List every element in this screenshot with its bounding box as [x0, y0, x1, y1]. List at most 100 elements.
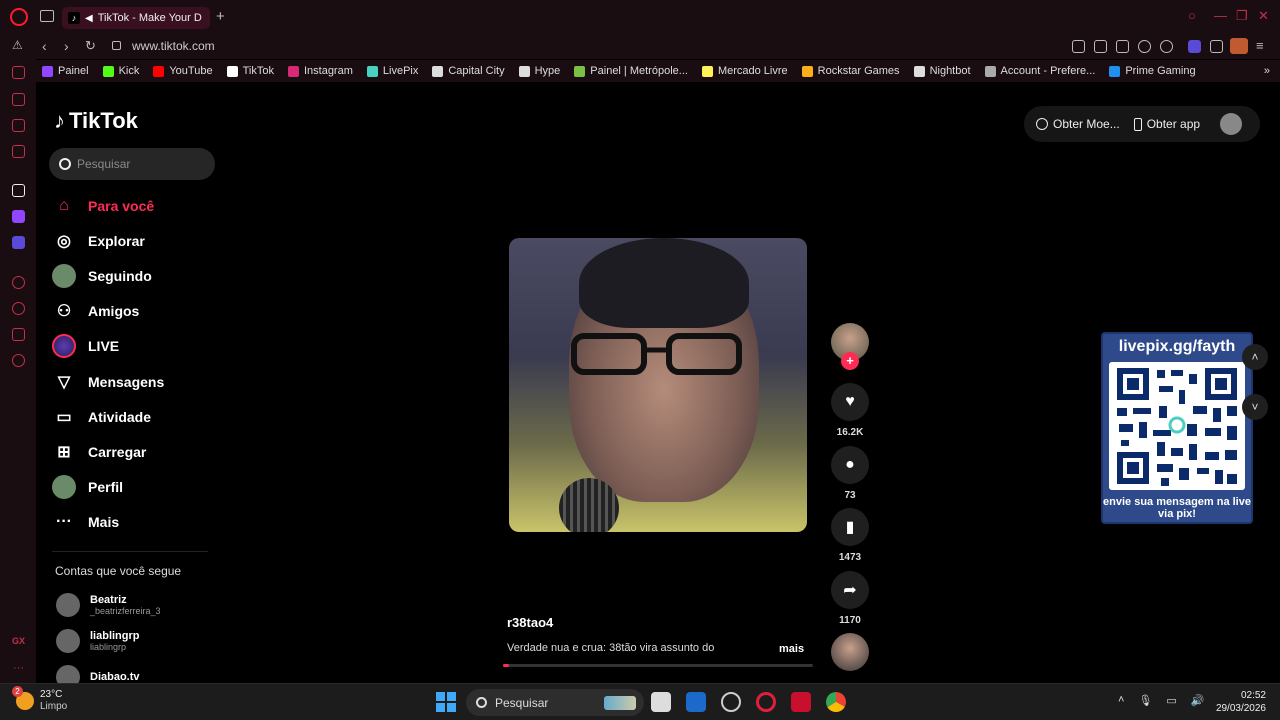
app-circle-icon[interactable] [721, 692, 741, 712]
warning-icon[interactable]: ⚠ [12, 38, 23, 52]
bookmark-favicon-icon [42, 65, 53, 77]
forward-button[interactable]: › [64, 38, 69, 54]
sidebar-extensions-icon[interactable] [12, 328, 25, 341]
sidebar-player-icon[interactable] [12, 276, 25, 289]
snapshot-icon[interactable] [1094, 40, 1107, 53]
prev-video-button[interactable]: ˄ [1242, 344, 1268, 370]
pin-icon[interactable] [1072, 40, 1085, 53]
music-disc[interactable] [831, 633, 869, 671]
menu-icon[interactable]: ≡ [1256, 38, 1264, 53]
minimize-button[interactable]: — [1214, 8, 1227, 23]
opera-taskbar-icon[interactable] [791, 692, 811, 712]
close-button[interactable]: ✕ [1258, 8, 1269, 24]
video-player[interactable] [509, 238, 807, 532]
share-button[interactable]: ➦ [831, 571, 869, 609]
search-tabs-icon[interactable]: ○ [1188, 8, 1196, 23]
bookmark-item[interactable]: TikTok [226, 65, 274, 77]
bookmarks-overflow-icon[interactable]: » [1264, 65, 1270, 77]
play-icon[interactable] [1138, 40, 1151, 53]
back-button[interactable]: ‹ [42, 38, 47, 54]
get-coins-button[interactable]: Obter Moe... [1036, 117, 1120, 131]
sidebar-mail-icon[interactable] [12, 145, 25, 158]
clock[interactable]: 02:52 29/03/2026 [1210, 689, 1266, 715]
display-icon[interactable]: ▭ [1166, 694, 1176, 707]
weather-widget[interactable]: 2 23°C Limpo [12, 686, 67, 713]
volume-icon[interactable]: 🔊 [1191, 694, 1205, 707]
task-view-icon[interactable] [651, 692, 671, 712]
shield-icon[interactable] [1116, 40, 1129, 53]
sidebar-speed-dial-icon[interactable] [12, 93, 25, 106]
chrome-icon[interactable] [826, 692, 846, 712]
nav-item-seguindo[interactable]: Seguindo [52, 261, 152, 291]
bookmark-item[interactable]: Capital City [432, 65, 505, 77]
tray-chevron-icon[interactable]: ˄ [1118, 694, 1124, 707]
sidebar-flow-icon[interactable] [12, 119, 25, 132]
video-progress-bar[interactable] [503, 664, 813, 667]
maximize-button[interactable]: ❐ [1236, 8, 1248, 24]
sidebar-app-icon[interactable] [12, 236, 25, 249]
bookmark-item[interactable]: Nightbot [913, 65, 971, 77]
nav-item-atividade[interactable]: ▭ Atividade [52, 402, 151, 432]
nav-item-explorar[interactable]: ◎ Explorar [52, 226, 145, 256]
url-field[interactable]: www.tiktok.com [132, 39, 215, 53]
microphone-icon[interactable]: 🎙 [1138, 694, 1152, 707]
nav-item-mais[interactable]: ··· Mais [52, 507, 119, 537]
bookmark-item[interactable]: Account - Prefere... [984, 65, 1095, 77]
comment-button[interactable]: ● [831, 446, 869, 484]
save-button[interactable]: ▮ [831, 508, 869, 546]
bookmark-item[interactable]: Mercado Livre [701, 65, 788, 77]
bookmark-item[interactable]: YouTube [153, 65, 213, 77]
aria-extension-icon[interactable] [1188, 40, 1201, 53]
sidebar-history-icon[interactable] [12, 302, 25, 315]
tiktok-logo[interactable]: ♪ TikTok [54, 108, 138, 134]
profile-icon[interactable] [1230, 38, 1248, 54]
get-app-button[interactable]: Obter app [1133, 117, 1200, 131]
following-account[interactable]: liablingrp liablingrp [56, 629, 140, 653]
bookmark-label: LivePix [382, 65, 419, 77]
bookmark-item[interactable]: Prime Gaming [1109, 65, 1196, 77]
windows-start-icon[interactable] [436, 692, 456, 712]
sidebar-aria-icon[interactable] [12, 184, 25, 197]
lock-icon[interactable] [112, 41, 121, 50]
search-box[interactable] [49, 148, 215, 180]
nav-item-amigos[interactable]: ⚇ Amigos [52, 296, 140, 326]
phone-icon [1133, 117, 1142, 131]
following-account[interactable]: Beatriz _beatrizferreira_3 [56, 593, 161, 617]
video-author[interactable]: r38tao4 [507, 615, 553, 630]
opera-logo-icon[interactable] [10, 8, 28, 26]
taskbar-search[interactable]: Pesquisar [466, 689, 644, 716]
bookmark-item[interactable]: Painel | Metrópole... [574, 65, 688, 77]
nav-item-carregar[interactable]: ⊞ Carregar [52, 437, 146, 467]
like-button[interactable]: ♥ [831, 383, 869, 421]
opera-gx-taskbar-icon[interactable] [756, 692, 776, 712]
new-tab-button[interactable]: + [216, 8, 225, 25]
bookmark-item[interactable]: Instagram [287, 65, 353, 77]
sidebar-more-icon[interactable]: ··· [13, 662, 24, 674]
sidebar-settings-icon[interactable] [12, 354, 25, 367]
sidebar-warning-icon[interactable] [12, 66, 25, 79]
tab-manager-icon[interactable] [40, 10, 54, 22]
sidebar-gx-icon[interactable]: GX [12, 636, 25, 646]
search-input[interactable] [77, 157, 197, 171]
next-video-button[interactable]: ˅ [1242, 394, 1268, 420]
bookmark-item[interactable]: LivePix [366, 65, 419, 77]
extensions-icon[interactable] [1210, 40, 1223, 53]
profile-avatar[interactable] [1220, 113, 1243, 135]
bookmark-item[interactable]: Painel [42, 65, 89, 77]
bookmark-item[interactable]: Kick [102, 65, 139, 77]
nav-item-perfil[interactable]: Perfil [52, 472, 123, 502]
bookmark-item[interactable]: Rockstar Games [801, 65, 900, 77]
outlook-icon[interactable] [686, 692, 706, 712]
speaker-icon[interactable]: ◀ [85, 13, 93, 24]
nav-item-live[interactable]: LIVE [52, 331, 119, 361]
search-icon[interactable] [59, 158, 71, 170]
bookmark-item[interactable]: Hype [518, 65, 560, 77]
caption-more-button[interactable]: mais [779, 643, 804, 655]
browser-tab-tiktok[interactable]: ♪ ◀ TikTok - Make Your D [62, 7, 210, 29]
nav-item-para-voc-[interactable]: ⌂ Para você [52, 191, 154, 221]
heart-icon[interactable] [1160, 40, 1173, 53]
sidebar-twitch-icon[interactable] [12, 210, 25, 223]
follow-button[interactable]: + [841, 352, 859, 370]
nav-item-mensagens[interactable]: ▽ Mensagens [52, 367, 164, 397]
reload-button[interactable]: ↻ [85, 38, 96, 54]
